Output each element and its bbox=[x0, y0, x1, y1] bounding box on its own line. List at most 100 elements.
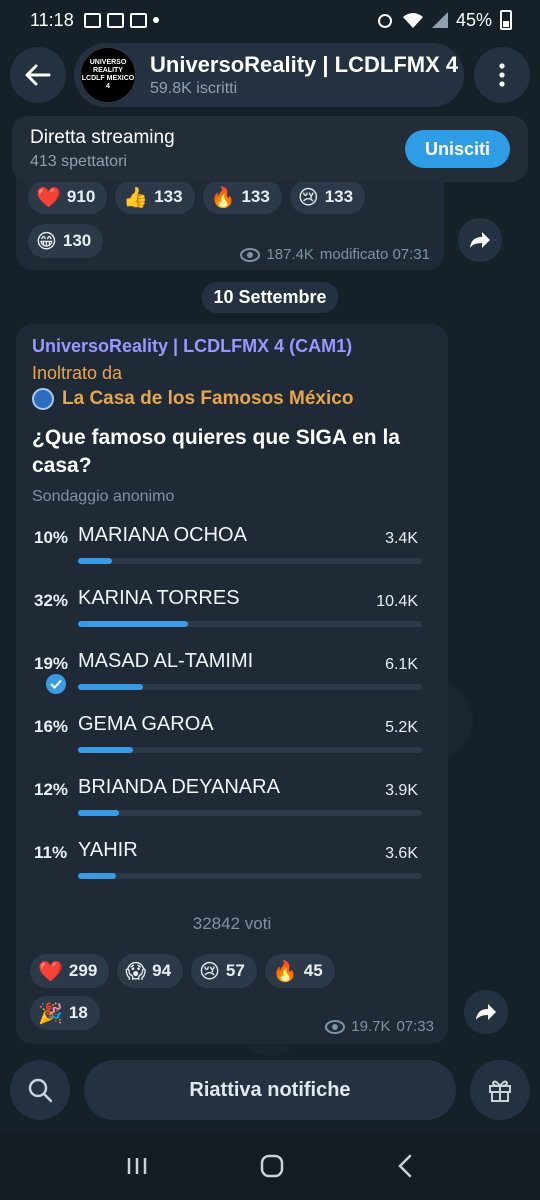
reaction-crying[interactable]: 😢 133 bbox=[289, 180, 366, 214]
option-percent: 19% bbox=[34, 654, 69, 673]
calendar-icon bbox=[83, 12, 101, 28]
option-count: 3.6K bbox=[385, 845, 418, 862]
reaction-grin[interactable]: 😁 130 bbox=[28, 224, 104, 258]
battery-percent: 45% bbox=[455, 9, 492, 30]
option-count: 6.1K bbox=[385, 656, 418, 673]
status-bar: 11:18 45% bbox=[0, 0, 540, 40]
reaction-emoji: ❤️ bbox=[38, 960, 63, 983]
reaction-count: 94 bbox=[152, 961, 172, 980]
channel-title: UniversoReality | LCDLFMX 4 (CAM1) bbox=[150, 52, 464, 77]
reaction-emoji: 🔥 bbox=[210, 186, 236, 209]
subscriber-count: 59.8K iscritti bbox=[150, 80, 238, 97]
reaction-emoji: ❤️ bbox=[36, 186, 61, 209]
option-percent: 12% bbox=[34, 780, 69, 799]
option-percent: 10% bbox=[34, 528, 69, 547]
reaction-count: 133 bbox=[241, 187, 270, 206]
reaction-emoji: 😢 bbox=[297, 186, 319, 209]
reaction-count: 299 bbox=[68, 961, 98, 980]
option-bar-fill bbox=[78, 873, 116, 879]
channel-avatar: UNIVERSO REALITY LCDLF MEXICO 4 bbox=[80, 47, 136, 103]
more-vertical-icon bbox=[499, 63, 505, 87]
reaction-emoji: 🔥 bbox=[272, 960, 298, 983]
reaction-crying[interactable]: 😢 57 bbox=[191, 954, 257, 988]
option-bar-fill bbox=[78, 810, 120, 816]
status-time: 11:18 bbox=[30, 9, 74, 30]
poll-option[interactable]: 16% GEMA GAROA 5.2K bbox=[32, 713, 432, 780]
forwarded-source[interactable]: La Casa de los Famosos México bbox=[32, 388, 432, 410]
poll-question: ¿Que famoso quieres que SIGA en la casa? bbox=[32, 426, 400, 477]
avatar-line-2: LCDLF MEXICO 4 bbox=[81, 75, 135, 90]
app-notification-icon bbox=[129, 12, 147, 28]
wifi-icon bbox=[402, 13, 423, 28]
reaction-count: 133 bbox=[324, 187, 354, 206]
eye-icon bbox=[325, 1019, 346, 1034]
avatar-line-1: UNIVERSO REALITY bbox=[89, 59, 127, 74]
signal-icon bbox=[431, 12, 448, 28]
reaction-scream[interactable]: 😱 94 bbox=[117, 954, 184, 988]
live-title: Diretta streaming bbox=[30, 127, 175, 148]
reaction-heart[interactable]: ❤️ 299 bbox=[30, 954, 110, 988]
option-name: KARINA TORRES bbox=[78, 587, 240, 609]
message-meta: 187.4K modificato 07:31 bbox=[240, 246, 430, 263]
poll-message: UniversoReality | LCDLFMX 4 (CAM1) Inolt… bbox=[16, 324, 448, 1044]
poll-option[interactable]: 10% MARIANA OCHOA 3.4K bbox=[32, 524, 432, 591]
share-button[interactable] bbox=[458, 218, 502, 262]
reaction-emoji: 😁 bbox=[36, 230, 57, 253]
unmute-notifications-button[interactable]: Riattiva notifiche bbox=[84, 1060, 456, 1120]
bottom-bar: Riattiva notifiche bbox=[10, 1058, 530, 1122]
view-count: 187.4K bbox=[266, 246, 314, 263]
reaction-thumbs-up[interactable]: 👍 133 bbox=[115, 180, 195, 214]
back-button[interactable] bbox=[10, 47, 66, 103]
live-viewers: 413 spettatori bbox=[30, 153, 127, 170]
option-bar-fill bbox=[78, 684, 144, 690]
option-count: 5.2K bbox=[385, 719, 418, 736]
option-bar-track bbox=[78, 684, 422, 690]
total-votes[interactable]: 32842 voti bbox=[32, 914, 432, 934]
option-name: MARIANA OCHOA bbox=[78, 524, 247, 546]
edited-time: modificato 07:31 bbox=[319, 246, 430, 263]
option-bar-track bbox=[78, 810, 422, 816]
alarm-icon bbox=[377, 14, 392, 28]
option-name: BRIANDA DEYANARA bbox=[78, 776, 280, 798]
gift-button[interactable] bbox=[470, 1060, 530, 1120]
message-sender[interactable]: UniversoReality | LCDLFMX 4 (CAM1) bbox=[32, 336, 432, 357]
source-avatar bbox=[32, 388, 54, 410]
reaction-emoji: 🎉 bbox=[38, 1002, 63, 1025]
share-arrow-icon bbox=[470, 232, 490, 248]
recent-apps-icon[interactable] bbox=[125, 1154, 149, 1178]
forwarded-source-name: La Casa de los Famosos México bbox=[62, 388, 354, 409]
more-notifications-icon bbox=[152, 17, 159, 23]
share-button[interactable] bbox=[464, 990, 508, 1034]
option-name: GEMA GAROA bbox=[78, 713, 214, 735]
date-separator: 10 Settembre bbox=[201, 282, 339, 313]
reaction-emoji: 😢 bbox=[199, 960, 220, 983]
option-count: 10.4K bbox=[376, 593, 418, 610]
reaction-fire[interactable]: 🔥 45 bbox=[264, 954, 335, 988]
message-meta: 19.7K 07:33 bbox=[325, 1018, 434, 1035]
reaction-emoji: 😱 bbox=[125, 960, 147, 983]
option-bar-track bbox=[78, 873, 422, 879]
chosen-check-icon bbox=[46, 674, 66, 694]
arrow-left-icon bbox=[25, 64, 51, 86]
reaction-count: 910 bbox=[66, 187, 96, 206]
option-percent: 16% bbox=[34, 717, 69, 736]
reaction-fire[interactable]: 🔥 133 bbox=[202, 180, 282, 214]
option-percent: 11% bbox=[34, 843, 68, 862]
home-icon[interactable] bbox=[259, 1153, 285, 1179]
back-nav-icon[interactable] bbox=[395, 1154, 415, 1178]
reaction-count: 133 bbox=[154, 187, 183, 206]
poll-option[interactable]: 12% BRIANDA DEYANARA 3.9K bbox=[32, 776, 432, 843]
search-icon bbox=[28, 1078, 53, 1103]
option-percent: 32% bbox=[34, 591, 69, 610]
join-stream-button[interactable]: Unisciti bbox=[404, 130, 510, 168]
reaction-party[interactable]: 🎉 18 bbox=[30, 996, 100, 1030]
channel-info[interactable]: UNIVERSO REALITY LCDLF MEXICO 4 Universo… bbox=[74, 43, 464, 107]
search-button[interactable] bbox=[10, 1060, 70, 1120]
share-arrow-icon bbox=[476, 1004, 496, 1020]
more-options-button[interactable] bbox=[474, 47, 530, 103]
poll-option[interactable]: 19% MASAD AL-TAMIMI 6.1K bbox=[32, 650, 432, 717]
poll-option[interactable]: 32% KARINA TORRES 10.4K bbox=[32, 587, 432, 654]
reaction-heart[interactable]: ❤️ 910 bbox=[28, 180, 108, 214]
option-bar-track bbox=[78, 558, 422, 564]
poll-option[interactable]: 11% YAHIR 3.6K bbox=[32, 839, 432, 906]
